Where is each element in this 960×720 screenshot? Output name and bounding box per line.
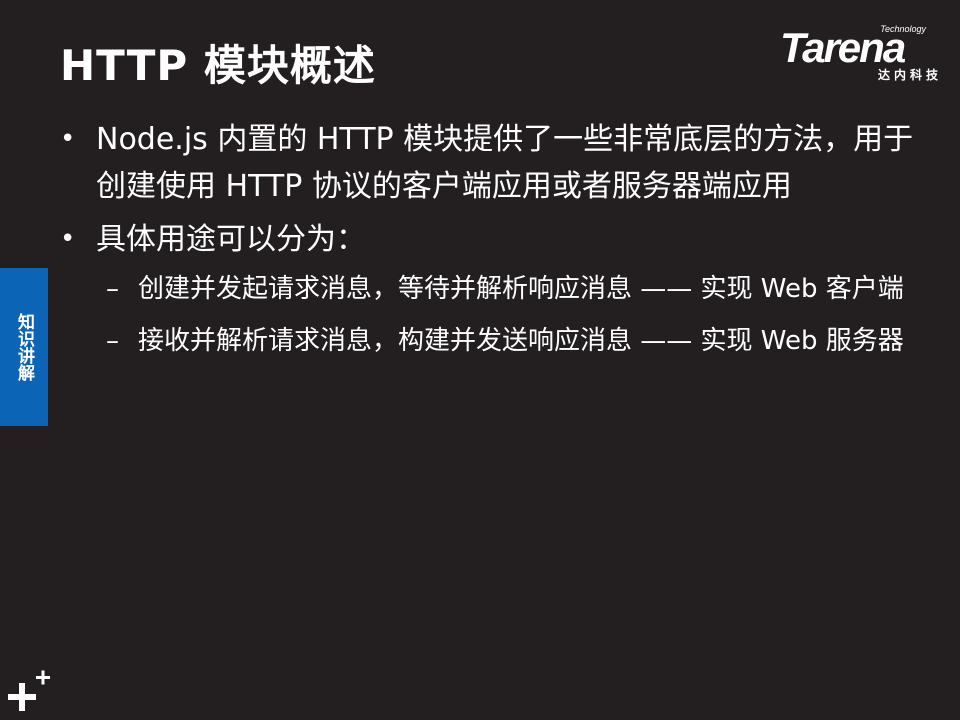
bullet-marker: •	[60, 124, 76, 154]
dash-marker: –	[106, 274, 119, 304]
bullet-text: 具体用途可以分为：	[96, 222, 366, 257]
dash-marker: –	[106, 326, 119, 356]
bullet-item: • Node.js 内置的 HTTP 模块提供了一些非常底层的方法，用于创建使用…	[56, 116, 916, 210]
section-tab-label: 知识讲解	[14, 313, 34, 381]
sub-bullet-text: 创建并发起请求消息，等待并解析响应消息 —— 实现 Web 客户端	[138, 274, 904, 304]
tarena-logo: Technology Tarena 达内科技	[780, 24, 944, 82]
logo-chinese: 达内科技	[877, 68, 942, 82]
section-tab: 知识讲解	[0, 268, 48, 426]
sub-bullet-text: 接收并解析请求消息，构建并发送响应消息 —— 实现 Web 服务器	[138, 326, 904, 356]
page-title: HTTP 模块概述	[60, 41, 376, 90]
sub-bullet-item: – 创建并发起请求消息，等待并解析响应消息 —— 实现 Web 客户端	[56, 267, 916, 311]
bullet-item: • 具体用途可以分为：	[56, 216, 916, 263]
sub-bullet-item: – 接收并解析请求消息，构建并发送响应消息 —— 实现 Web 服务器	[56, 319, 916, 363]
plus-icon	[8, 670, 50, 711]
logo-wordmark: Tarena	[780, 24, 906, 71]
slide-content: • Node.js 内置的 HTTP 模块提供了一些非常底层的方法，用于创建使用…	[56, 116, 916, 363]
bullet-text: Node.js 内置的 HTTP 模块提供了一些非常底层的方法，用于创建使用 H…	[96, 122, 914, 204]
bullet-marker: •	[60, 224, 76, 254]
